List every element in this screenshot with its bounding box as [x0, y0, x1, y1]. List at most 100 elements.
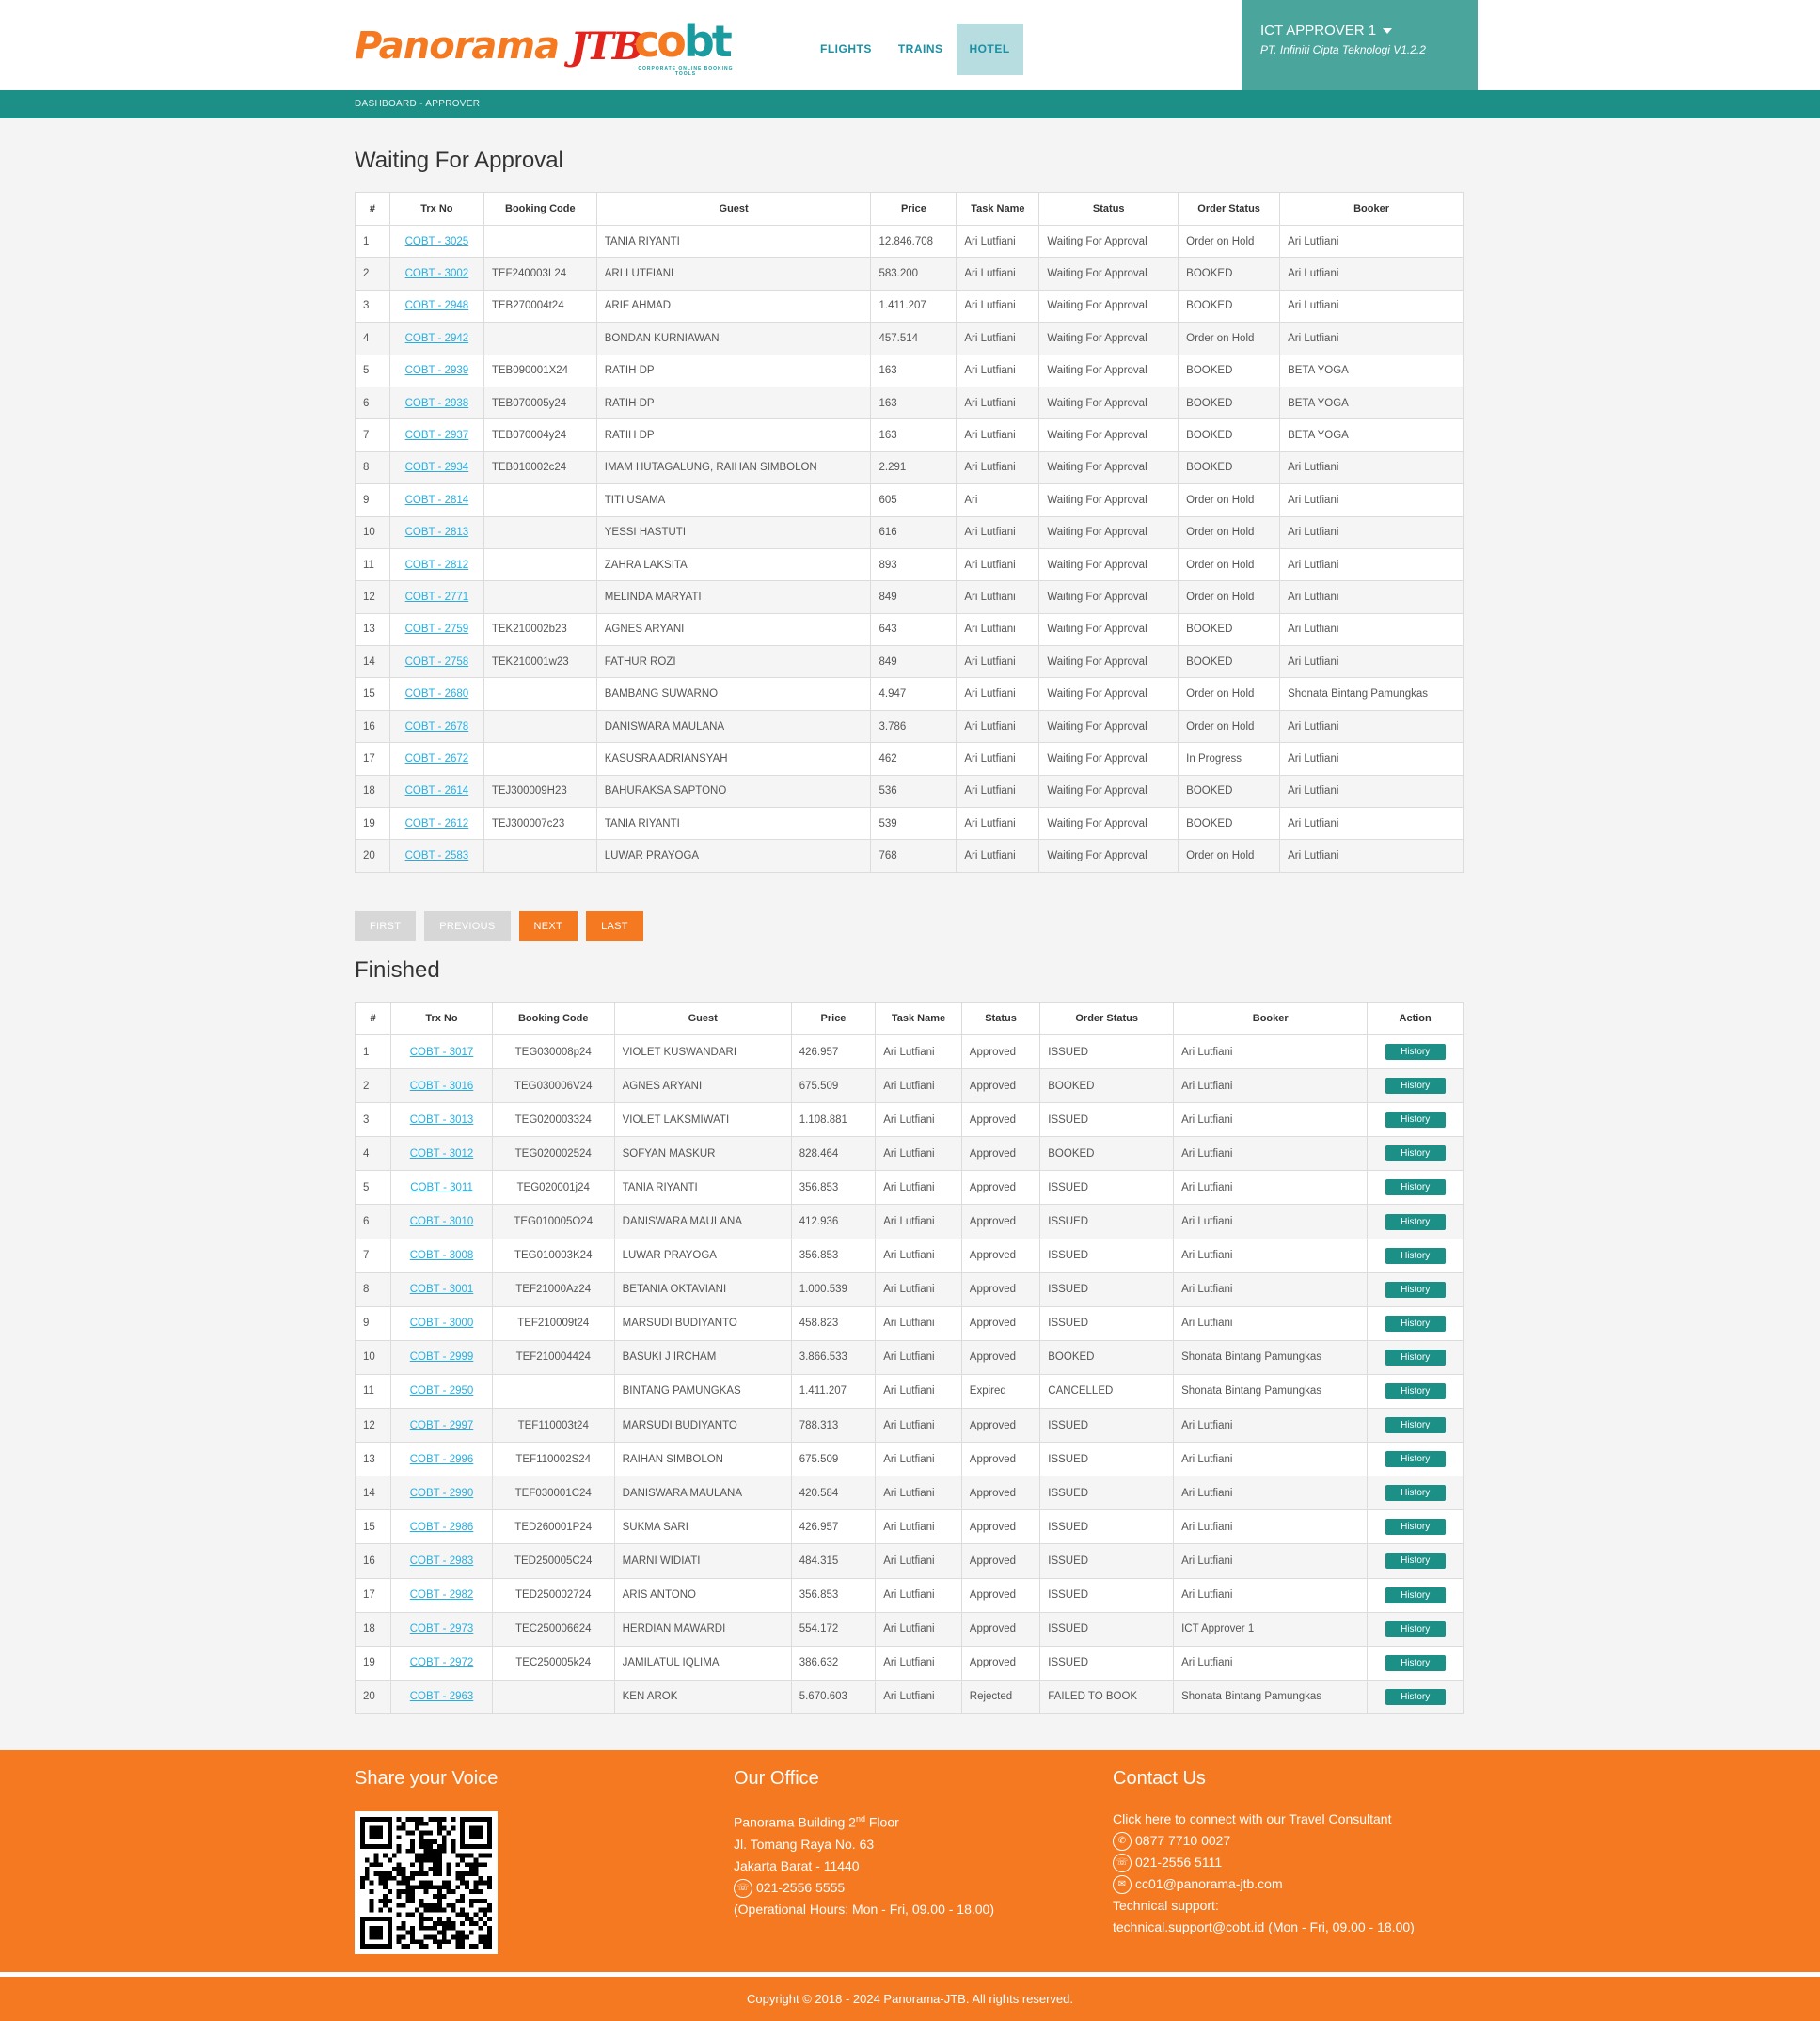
- next-page-button[interactable]: NEXT: [518, 911, 578, 941]
- table-row[interactable]: 16 COBT - 2678 DANISWARA MAULANA 3.786 Ari L…: [355, 709, 1464, 744]
- table-row[interactable]: 18 COBT - 2973 TEC250006624 HERDIAN MAWARDI…: [354, 1611, 1464, 1647]
- trx-link[interactable]: COBT - 2972: [410, 1657, 474, 1668]
- history-button[interactable]: History: [1385, 1281, 1446, 1298]
- trx-link[interactable]: COBT - 2583: [405, 850, 469, 861]
- table-row[interactable]: 1 COBT - 3017 TEG030008p24 VIOLET KUSWANDAR…: [354, 1034, 1464, 1070]
- table-row[interactable]: 16 COBT - 2983 TED250005C24 MARNI WIDIATI 48…: [354, 1543, 1464, 1579]
- history-button[interactable]: History: [1385, 1587, 1446, 1603]
- table-row[interactable]: 12 COBT - 2771 MELINDA MARYATI 849 Ari Lutfi…: [355, 580, 1464, 614]
- trx-link[interactable]: COBT - 2680: [405, 688, 469, 700]
- history-button[interactable]: History: [1385, 1315, 1446, 1332]
- trx-link[interactable]: COBT - 2758: [405, 656, 469, 668]
- table-row[interactable]: 7 COBT - 3008 TEG010003K24 LUWAR PRAYOGA 356…: [354, 1238, 1464, 1273]
- table-row[interactable]: 9 COBT - 3000 TEF210009t24 MARSUDI BUDIYANT…: [354, 1305, 1464, 1341]
- trx-link[interactable]: COBT - 3002: [405, 268, 469, 279]
- trx-link[interactable]: COBT - 2983: [410, 1555, 474, 1567]
- user-menu[interactable]: ICT APPROVER 1 PT. Infiniti Cipta Teknol…: [1242, 0, 1478, 90]
- trx-link[interactable]: COBT - 2759: [405, 624, 469, 635]
- trx-link[interactable]: COBT - 3001: [410, 1284, 474, 1295]
- trx-link[interactable]: COBT - 2990: [410, 1488, 474, 1499]
- trx-link[interactable]: COBT - 2997: [410, 1420, 474, 1431]
- tech-support-line[interactable]: technical.support@cobt.id (Mon - Fri, 09…: [1113, 1917, 1415, 1938]
- history-button[interactable]: History: [1385, 1417, 1446, 1434]
- table-row[interactable]: 3 COBT - 2948 TEB270004t24 ARIF AHMAD 1.411.…: [355, 289, 1464, 324]
- first-page-button[interactable]: FIRST: [355, 911, 417, 941]
- history-button[interactable]: History: [1385, 1688, 1446, 1705]
- table-row[interactable]: 15 COBT - 2680 BAMBANG SUWARNO 4.947 Ari Lut…: [355, 677, 1464, 711]
- table-row[interactable]: 4 COBT - 3012 TEG020002524 SOFYAN MASKUR 828…: [354, 1136, 1464, 1172]
- trx-link[interactable]: COBT - 2996: [410, 1454, 474, 1465]
- email-row[interactable]: ✉ cc01@panorama-jtb.com: [1113, 1873, 1415, 1895]
- trx-link[interactable]: COBT - 2948: [405, 300, 469, 311]
- table-row[interactable]: 8 COBT - 2934 TEB010002c24 IMAM HUTAGALUNG,…: [355, 450, 1464, 485]
- panorama-jtb-logo[interactable]: Panorama JTB: [355, 23, 644, 70]
- table-row[interactable]: 2 COBT - 3002 TEF240003L24 ARI LUTFIANI 583.…: [355, 257, 1464, 291]
- history-button[interactable]: History: [1385, 1349, 1446, 1366]
- table-row[interactable]: 17 COBT - 2672 KASUSRA ADRIANSYAH 462 Ari Lu…: [355, 742, 1464, 776]
- table-row[interactable]: 9 COBT - 2814 TITI USAMA 605 Ari Waiting For …: [355, 483, 1464, 517]
- table-row[interactable]: 11 COBT - 2812 ZAHRA LAKSITA 893 Ari Lutfian…: [355, 547, 1464, 582]
- trx-link[interactable]: COBT - 3012: [410, 1148, 474, 1160]
- table-row[interactable]: 19 COBT - 2612 TEJ300007c23 TANIA RIYANTI 53…: [355, 807, 1464, 841]
- table-row[interactable]: 15 COBT - 2986 TED260001P24 SUKMA SARI 426.9…: [354, 1509, 1464, 1545]
- table-row[interactable]: 20 COBT - 2963 KEN AROK 5.670.603 Ari Lutfia…: [354, 1679, 1464, 1714]
- nav-hotel[interactable]: HOTEL: [956, 24, 1023, 75]
- trx-link[interactable]: COBT - 2612: [405, 818, 469, 829]
- table-row[interactable]: 5 COBT - 3011 TEG020001j24 TANIA RIYANTI 356…: [354, 1170, 1464, 1206]
- table-row[interactable]: 7 COBT - 2937 TEB070004y24 RATIH DP 163 Ari L…: [355, 418, 1464, 452]
- table-row[interactable]: 4 COBT - 2942 BONDAN KURNIAWAN 457.514 Ari L…: [355, 322, 1464, 355]
- table-row[interactable]: 19 COBT - 2972 TEC250005k24 JAMILATUL IQLIM…: [354, 1645, 1464, 1681]
- table-row[interactable]: 1 COBT - 3025 TANIA RIYANTI 12.846.708 Ari L…: [355, 224, 1464, 259]
- whatsapp-row[interactable]: ✆ 0877 7710 0027: [1113, 1830, 1415, 1852]
- trx-link[interactable]: COBT - 3013: [410, 1114, 474, 1126]
- history-button[interactable]: History: [1385, 1451, 1446, 1468]
- history-button[interactable]: History: [1385, 1485, 1446, 1502]
- trx-link[interactable]: COBT - 2950: [410, 1385, 474, 1397]
- table-row[interactable]: 18 COBT - 2614 TEJ300009H23 BAHURAKSA SAPTO…: [355, 774, 1464, 809]
- trx-link[interactable]: COBT - 2938: [405, 398, 469, 409]
- table-row[interactable]: 12 COBT - 2997 TEF110003t24 MARSUDI BUDIYAN…: [354, 1408, 1464, 1444]
- trx-link[interactable]: COBT - 2813: [405, 527, 469, 538]
- table-row[interactable]: 5 COBT - 2939 TEB090001X24 RATIH DP 163 Ari L…: [355, 354, 1464, 387]
- history-button[interactable]: History: [1385, 1044, 1446, 1061]
- trx-link[interactable]: COBT - 2771: [405, 592, 469, 603]
- trx-link[interactable]: COBT - 2812: [405, 560, 469, 571]
- trx-link[interactable]: COBT - 3010: [410, 1216, 474, 1227]
- history-button[interactable]: History: [1385, 1519, 1446, 1536]
- table-row[interactable]: 8 COBT - 3001 TEF21000Az24 BETANIA OKTAVIAN…: [354, 1271, 1464, 1307]
- trx-link[interactable]: COBT - 2999: [410, 1351, 474, 1363]
- history-button[interactable]: History: [1385, 1213, 1446, 1230]
- table-row[interactable]: 10 COBT - 2999 TEF210004424 BASUKI J IRCHAM…: [354, 1339, 1464, 1375]
- history-button[interactable]: History: [1385, 1247, 1446, 1264]
- trx-link[interactable]: COBT - 3016: [410, 1081, 474, 1092]
- table-row[interactable]: 13 COBT - 2996 TEF110002S24 RAIHAN SIMBOLON…: [354, 1442, 1464, 1477]
- trx-link[interactable]: COBT - 2937: [405, 430, 469, 441]
- history-button[interactable]: History: [1385, 1145, 1446, 1162]
- trx-link[interactable]: COBT - 3000: [410, 1318, 474, 1329]
- trx-link[interactable]: COBT - 2939: [405, 365, 469, 376]
- qr-code[interactable]: [355, 1811, 498, 1954]
- trx-link[interactable]: COBT - 2963: [410, 1691, 474, 1702]
- table-row[interactable]: 11 COBT - 2950 BINTANG PAMUNGKAS 1.411.207 A…: [354, 1373, 1464, 1410]
- history-button[interactable]: History: [1385, 1112, 1446, 1129]
- table-row[interactable]: 6 COBT - 2938 TEB070005y24 RATIH DP 163 Ari L…: [355, 386, 1464, 420]
- trx-link[interactable]: COBT - 3011: [410, 1182, 473, 1193]
- trx-link[interactable]: COBT - 2942: [405, 333, 469, 344]
- trx-link[interactable]: COBT - 3008: [410, 1250, 474, 1261]
- trx-link[interactable]: COBT - 3025: [405, 236, 469, 247]
- trx-link[interactable]: COBT - 2973: [410, 1623, 474, 1634]
- contact-phone-row[interactable]: ☏ 021-2556 5111: [1113, 1852, 1415, 1873]
- history-button[interactable]: History: [1385, 1620, 1446, 1637]
- previous-page-button[interactable]: PREVIOUS: [424, 911, 511, 941]
- trx-link[interactable]: COBT - 2672: [405, 753, 469, 765]
- trx-link[interactable]: COBT - 2982: [410, 1589, 474, 1601]
- trx-link[interactable]: COBT - 3017: [410, 1047, 474, 1058]
- table-row[interactable]: 14 COBT - 2758 TEK210001w23 FATHUR ROZI 849 A…: [355, 645, 1464, 679]
- table-row[interactable]: 17 COBT - 2982 TED250002724 ARIS ANTONO 356.…: [354, 1577, 1464, 1613]
- trx-link[interactable]: COBT - 2934: [405, 462, 469, 473]
- user-name-row[interactable]: ICT APPROVER 1: [1260, 23, 1459, 39]
- table-row[interactable]: 20 COBT - 2583 LUWAR PRAYOGA 768 Ari Lutfian…: [355, 839, 1464, 873]
- table-row[interactable]: 10 COBT - 2813 YESSI HASTUTI 616 Ari Lutfian…: [355, 515, 1464, 549]
- nav-trains[interactable]: TRAINS: [885, 24, 957, 75]
- history-button[interactable]: History: [1385, 1078, 1446, 1095]
